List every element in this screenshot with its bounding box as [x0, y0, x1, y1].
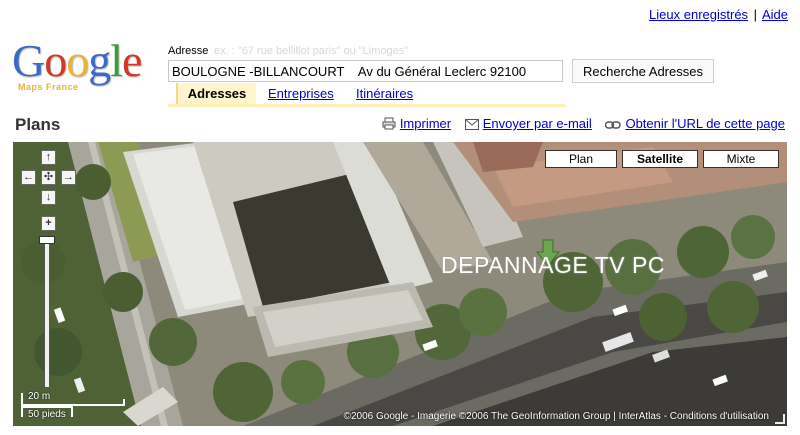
map-copyright[interactable]: ©2006 Google - Imagerie ©2006 The GeoInf…: [344, 411, 769, 422]
chain-link-icon: [605, 118, 622, 133]
zoom-slider[interactable]: [44, 238, 50, 388]
envelope-icon: [464, 118, 479, 133]
top-links-separator: |: [753, 7, 758, 22]
email-link[interactable]: Envoyer par e-mail: [483, 116, 592, 131]
map-type-satellite-button[interactable]: Satellite: [622, 150, 698, 168]
logo-subtitle: Maps France: [18, 82, 79, 92]
address-hint: ex. : "67 rue bellillot paris" ou "Limog…: [214, 45, 409, 57]
pan-center-button[interactable]: ✣: [41, 170, 56, 185]
address-label: Adresse: [168, 45, 209, 57]
tab-businesses[interactable]: Entreprises: [268, 83, 334, 105]
map-type-mixed-button[interactable]: Mixte: [703, 150, 779, 168]
pan-up-button[interactable]: ↑: [41, 150, 56, 165]
help-link[interactable]: Aide: [762, 7, 788, 22]
satellite-map[interactable]: DEPANNAGE TV PC Plan Satellite Mixte ↑ ←…: [13, 142, 787, 426]
map-actions: Imprimer Envoyer par e-mail Obtenir l'UR…: [372, 116, 785, 133]
saved-places-link[interactable]: Lieux enregistrés: [649, 7, 748, 22]
print-action[interactable]: Imprimer: [382, 116, 455, 131]
scale-metric-label: 20 m: [28, 391, 51, 402]
zoom-slider-handle[interactable]: [39, 236, 55, 244]
search-tabs: Adresses Entreprises Itinéraires: [168, 83, 566, 105]
pan-left-button[interactable]: ←: [21, 170, 36, 185]
page-url-action[interactable]: Obtenir l'URL de cette page: [605, 116, 785, 131]
tab-directions[interactable]: Itinéraires: [356, 83, 413, 105]
scale-imperial-label: 50 pieds: [28, 409, 66, 420]
top-links: Lieux enregistrés | Aide: [649, 7, 788, 22]
printer-icon: [382, 117, 396, 133]
page-title: Plans: [15, 115, 61, 134]
search-addresses-button[interactable]: Recherche Adresses: [572, 59, 714, 83]
google-maps-logo[interactable]: Google Maps France: [12, 38, 160, 98]
business-label[interactable]: DEPANNAGE TV PC: [441, 252, 665, 279]
print-link[interactable]: Imprimer: [400, 116, 451, 131]
map-resize-corner-icon[interactable]: [775, 414, 785, 424]
pan-down-button[interactable]: ↓: [41, 190, 56, 205]
map-type-plan-button[interactable]: Plan: [545, 150, 617, 168]
email-action[interactable]: Envoyer par e-mail: [464, 116, 596, 133]
address-input[interactable]: [168, 60, 563, 82]
tabs-underline: [168, 104, 566, 107]
page-url-link[interactable]: Obtenir l'URL de cette page: [625, 116, 785, 131]
zoom-in-button[interactable]: +: [41, 216, 56, 231]
tab-addresses[interactable]: Adresses: [176, 83, 256, 105]
logo-wordmark: Google: [12, 35, 142, 86]
pan-right-button[interactable]: →: [61, 170, 76, 185]
satellite-imagery: [13, 142, 787, 426]
